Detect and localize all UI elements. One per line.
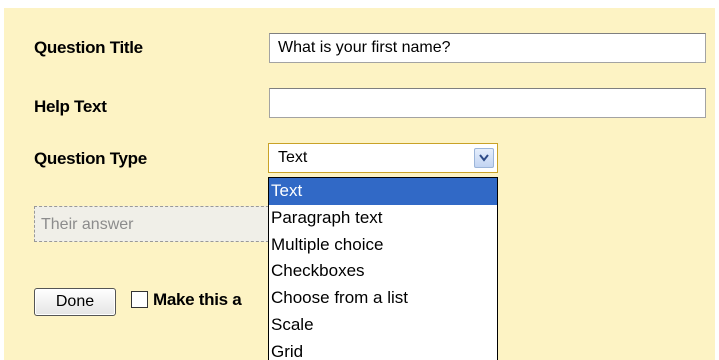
help-text-label: Help Text bbox=[34, 97, 107, 116]
dropdown-option-paragraph-text[interactable]: Paragraph text bbox=[269, 205, 497, 232]
help-text-input[interactable] bbox=[269, 88, 706, 118]
dropdown-option-multiple-choice[interactable]: Multiple choice bbox=[269, 232, 497, 259]
chevron-down-icon[interactable] bbox=[474, 148, 494, 168]
dropdown-option-scale[interactable]: Scale bbox=[269, 312, 497, 339]
dropdown-option-text[interactable]: Text bbox=[269, 178, 497, 205]
question-title-label: Question Title bbox=[34, 38, 143, 57]
required-checkbox[interactable] bbox=[131, 291, 148, 308]
dropdown-option-choose-from-list[interactable]: Choose from a list bbox=[269, 285, 497, 312]
question-type-select[interactable]: Text bbox=[268, 143, 498, 173]
question-type-dropdown-list: Text Paragraph text Multiple choice Chec… bbox=[268, 177, 498, 360]
done-button[interactable]: Done bbox=[34, 288, 116, 316]
dropdown-option-grid[interactable]: Grid bbox=[269, 339, 497, 360]
required-checkbox-label: Make this a bbox=[153, 290, 242, 309]
question-title-input[interactable]: What is your first name? bbox=[269, 33, 706, 63]
dropdown-option-checkboxes[interactable]: Checkboxes bbox=[269, 258, 497, 285]
question-type-selected-value: Text bbox=[278, 149, 308, 166]
answer-preview-box: Their answer bbox=[34, 206, 274, 242]
question-type-label: Question Type bbox=[34, 149, 147, 168]
